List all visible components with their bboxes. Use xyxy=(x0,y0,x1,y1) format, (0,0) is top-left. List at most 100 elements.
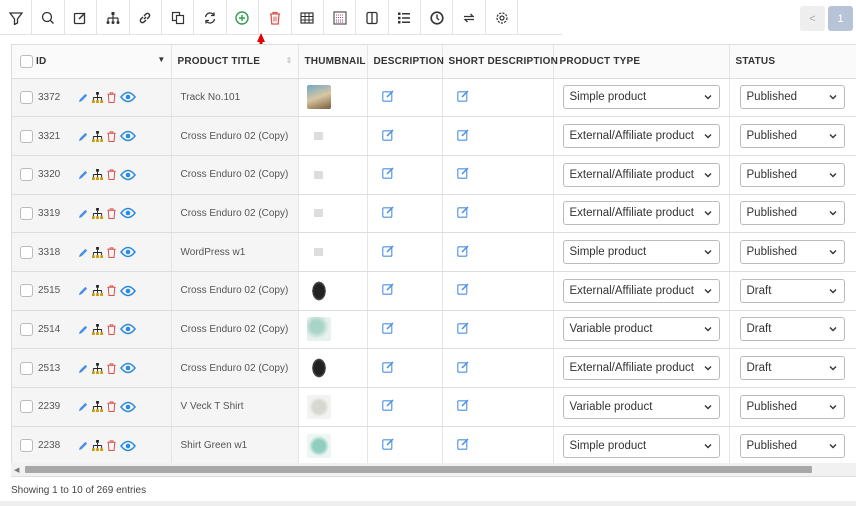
product-title[interactable]: Track No.101 xyxy=(171,78,299,118)
product-title[interactable]: V Veck T Shirt xyxy=(171,387,299,427)
filter-button[interactable] xyxy=(0,0,33,35)
row-checkbox[interactable] xyxy=(20,129,33,143)
col-title[interactable]: PRODUCT TITLE ⇕ xyxy=(171,45,299,79)
gear-button[interactable] xyxy=(486,0,519,35)
status-select[interactable]: Draft xyxy=(739,278,845,303)
hierarchy-icon[interactable] xyxy=(92,130,103,142)
duplicate-button[interactable] xyxy=(162,0,195,35)
edit-description-icon[interactable] xyxy=(381,206,394,221)
row-checkbox[interactable] xyxy=(20,400,33,414)
hierarchy-icon[interactable] xyxy=(92,246,103,258)
page-1-button[interactable]: 1 xyxy=(828,6,853,31)
row-checkbox[interactable] xyxy=(20,245,33,259)
row-checkbox[interactable] xyxy=(20,284,33,298)
edit-description-icon[interactable] xyxy=(381,167,394,182)
view-eye-icon[interactable] xyxy=(120,323,136,335)
product-thumbnail[interactable] xyxy=(306,85,331,110)
edit-short-description-icon[interactable] xyxy=(456,206,469,221)
edit-short-description-icon[interactable] xyxy=(456,361,469,376)
product-title[interactable]: Cross Enduro 02 (Copy) xyxy=(171,116,299,156)
status-select[interactable]: Published xyxy=(739,201,845,226)
status-select[interactable]: Draft xyxy=(739,356,845,381)
product-title[interactable]: Cross Enduro 02 (Copy) xyxy=(171,194,299,234)
edit-short-description-icon[interactable] xyxy=(456,438,469,453)
view-eye-icon[interactable] xyxy=(120,285,136,297)
clock-button[interactable] xyxy=(421,0,454,35)
row-checkbox[interactable] xyxy=(20,439,33,453)
edit-description-icon[interactable] xyxy=(381,245,394,260)
trash-icon[interactable] xyxy=(106,247,117,258)
product-title[interactable]: Cross Enduro 02 (Copy) xyxy=(171,155,299,195)
edit-description-icon[interactable] xyxy=(381,322,394,337)
trash-icon[interactable] xyxy=(106,285,117,297)
col-thumbnail[interactable]: THUMBNAIL xyxy=(298,45,368,79)
row-checkbox[interactable] xyxy=(20,206,33,220)
product-type-select[interactable]: External/Affiliate product xyxy=(562,162,720,187)
row-checkbox[interactable] xyxy=(20,361,33,375)
edit-description-icon[interactable] xyxy=(381,90,394,105)
col-status[interactable]: STATUS xyxy=(729,45,856,79)
swap-button[interactable] xyxy=(453,0,486,35)
add-button[interactable] xyxy=(227,0,260,35)
product-title[interactable]: Cross Enduro 02 (Copy) xyxy=(171,310,299,350)
product-thumbnail[interactable] xyxy=(306,278,331,303)
status-select[interactable]: Draft xyxy=(739,317,845,342)
edit-button[interactable] xyxy=(65,0,98,35)
product-type-select[interactable]: Variable product xyxy=(562,394,720,419)
edit-pencil-icon[interactable] xyxy=(78,131,89,142)
view-eye-icon[interactable] xyxy=(120,401,136,413)
hierarchy-icon[interactable] xyxy=(92,440,103,452)
scroll-left-icon[interactable]: ◀ xyxy=(14,466,19,474)
product-type-select[interactable]: External/Affiliate product xyxy=(562,124,720,149)
product-title[interactable]: Shirt Green w1 xyxy=(171,426,299,466)
edit-pencil-icon[interactable] xyxy=(78,401,89,412)
horizontal-scrollbar[interactable]: ◀ xyxy=(11,463,856,476)
trash-icon[interactable] xyxy=(106,401,117,413)
edit-short-description-icon[interactable] xyxy=(456,167,469,182)
trash-icon[interactable] xyxy=(106,169,117,181)
trash-button[interactable] xyxy=(259,0,292,35)
view-eye-icon[interactable] xyxy=(120,207,136,219)
grid-button[interactable] xyxy=(324,0,357,35)
product-thumbnail[interactable] xyxy=(306,433,331,458)
edit-description-icon[interactable] xyxy=(381,361,394,376)
edit-short-description-icon[interactable] xyxy=(456,283,469,298)
trash-icon[interactable] xyxy=(106,440,117,452)
edit-short-description-icon[interactable] xyxy=(456,322,469,337)
trash-icon[interactable] xyxy=(106,324,117,335)
col-id[interactable]: ID ▼ xyxy=(12,45,172,79)
product-thumbnail[interactable] xyxy=(306,356,331,381)
view-eye-icon[interactable] xyxy=(120,440,136,452)
product-thumbnail[interactable] xyxy=(306,394,331,419)
edit-pencil-icon[interactable] xyxy=(78,285,89,296)
product-type-select[interactable]: Simple product xyxy=(562,240,720,265)
trash-icon[interactable] xyxy=(106,208,117,219)
trash-icon[interactable] xyxy=(106,92,117,103)
col-description[interactable]: DESCRIPTION xyxy=(367,45,444,79)
hierarchy-icon[interactable] xyxy=(92,285,103,297)
edit-pencil-icon[interactable] xyxy=(78,92,89,103)
hierarchy-icon[interactable] xyxy=(92,91,103,103)
columns-button[interactable] xyxy=(356,0,389,35)
sort-desc-icon[interactable]: ▼ xyxy=(157,55,165,64)
status-select[interactable]: Published xyxy=(739,85,845,110)
scrollbar-thumb[interactable] xyxy=(25,466,812,473)
col-product-type[interactable]: PRODUCT TYPE xyxy=(553,45,730,79)
edit-pencil-icon[interactable] xyxy=(78,247,89,258)
trash-icon[interactable] xyxy=(106,130,117,142)
status-select[interactable]: Published xyxy=(739,124,845,149)
edit-pencil-icon[interactable] xyxy=(78,208,89,219)
view-eye-icon[interactable] xyxy=(120,362,136,374)
product-title[interactable]: Cross Enduro 02 (Copy) xyxy=(171,348,299,388)
sort-icon[interactable]: ⇕ xyxy=(286,56,293,65)
edit-pencil-icon[interactable] xyxy=(78,169,89,180)
view-eye-icon[interactable] xyxy=(120,91,136,103)
product-type-select[interactable]: Variable product xyxy=(562,317,720,342)
refresh-button[interactable] xyxy=(194,0,227,35)
prev-page-button[interactable]: < xyxy=(800,6,825,31)
row-checkbox[interactable] xyxy=(20,90,33,104)
product-type-select[interactable]: External/Affiliate product xyxy=(562,278,720,303)
edit-description-icon[interactable] xyxy=(381,283,394,298)
product-type-select[interactable]: External/Affiliate product xyxy=(562,356,720,381)
col-short-description[interactable]: SHORT DESCRIPTION xyxy=(442,45,558,79)
